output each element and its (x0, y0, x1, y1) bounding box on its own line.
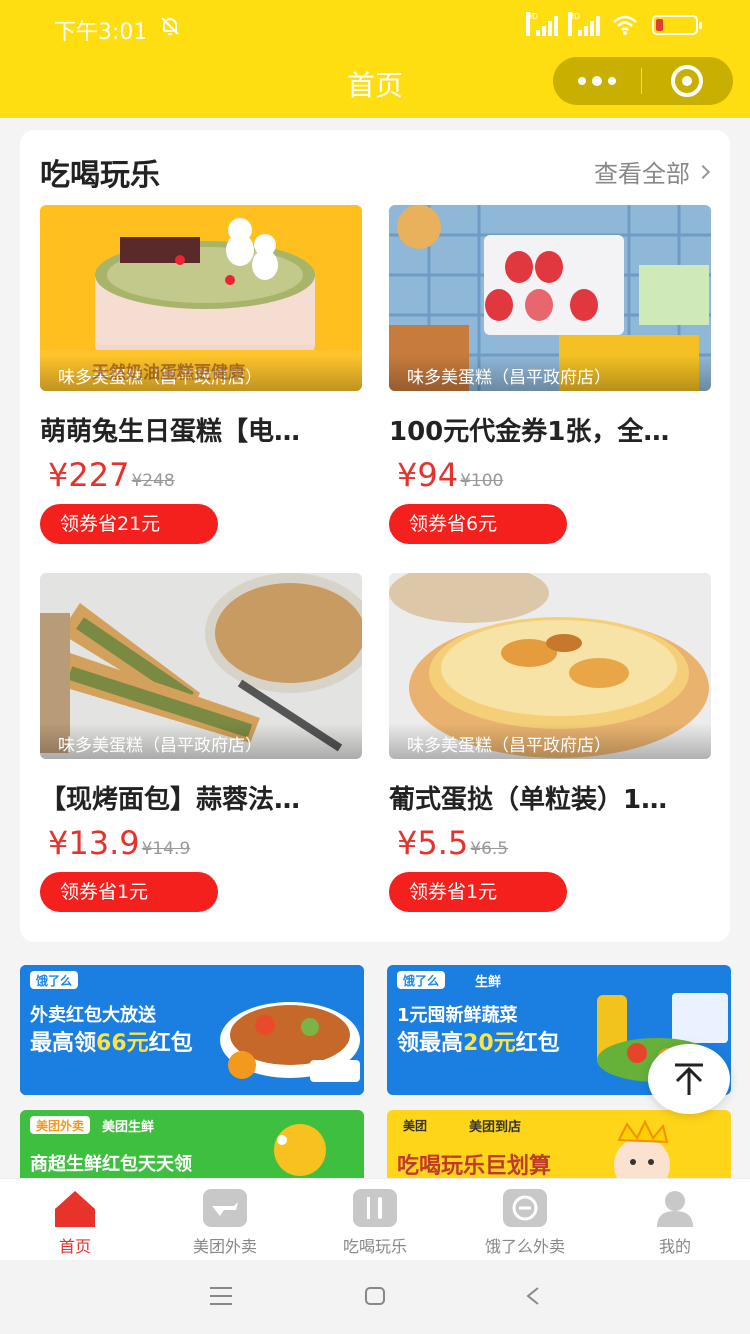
banner-brand-sub: 美团到店 (469, 1120, 522, 1135)
signal-icon: HD (526, 12, 558, 36)
coupon-button[interactable]: 领券省1元 (40, 872, 218, 912)
product-card[interactable]: 味多美蛋糕（昌平政府店） 100元代金券1张，全… ¥94 ¥100 领券省6元 (389, 205, 711, 544)
banner-line1: 商超生鲜红包天天领 (30, 1154, 192, 1175)
menu-icon[interactable] (210, 1287, 232, 1305)
banner-brand-sub: 生鲜 (475, 975, 502, 990)
product-name[interactable]: 葡式蛋挞（单粒装）1… (389, 779, 707, 816)
tab-bar: 首页 美团外卖 吃喝玩乐 饿了么外卖 我的 (0, 1178, 750, 1260)
close-target-icon[interactable] (642, 57, 732, 105)
chevron-right-icon (695, 164, 711, 179)
original-price: ¥14.9 (141, 839, 191, 859)
meituan-logo: 美团 (397, 1116, 434, 1134)
top-bar: 下午3:01 HD HD 首页 (0, 0, 750, 118)
banner-meituan-store[interactable]: 美团 美团到店 吃喝玩乐巨划算 (387, 1110, 731, 1178)
section-card: 吃喝玩乐 查看全部 味多美蛋糕（昌平政府店） 天然奶油蛋糕更健康 萌萌兔生日蛋糕… (20, 130, 730, 942)
banner-eleme-takeout[interactable]: 饿了么 外卖红包大放送 最高领66元红包 (20, 965, 364, 1095)
tab-food-fun[interactable]: 吃喝玩乐 (300, 1179, 450, 1260)
original-price: ¥6.5 (470, 839, 509, 859)
banner-line1: 外卖红包大放送 (30, 1005, 156, 1026)
price: ¥13.9 (48, 824, 140, 862)
shop-label: 味多美蛋糕（昌平政府店） (389, 355, 711, 391)
product-card[interactable]: 味多美蛋糕（昌平政府店） 天然奶油蛋糕更健康 萌萌兔生日蛋糕【电… ¥227 ¥… (40, 205, 362, 544)
signal-icon-2: HD (568, 12, 600, 36)
price-row: ¥94 ¥100 (389, 456, 711, 494)
price: ¥94 (397, 456, 459, 494)
coupon-button[interactable]: 领券省6元 (389, 504, 567, 544)
tab-label: 首页 (58, 1237, 91, 1256)
eleme-icon (503, 1189, 547, 1227)
eleme-logo: 饿了么 (397, 971, 446, 989)
product-image-cake[interactable]: 味多美蛋糕（昌平政府店） 天然奶油蛋糕更健康 (40, 205, 362, 391)
banner-line1: 吃喝玩乐巨划算 (397, 1154, 552, 1178)
arrow-up-icon (675, 1063, 703, 1095)
shop-label: 味多美蛋糕（昌平政府店） (389, 723, 711, 759)
product-name[interactable]: 【现烤面包】蒜蓉法… (40, 779, 358, 816)
tab-home[interactable]: 首页 (0, 1179, 150, 1260)
section-title: 吃喝玩乐 (40, 158, 160, 193)
banner-line1: 1元囤新鲜蔬菜 (397, 1005, 518, 1026)
product-image-bread[interactable]: 味多美蛋糕（昌平政府店） (40, 573, 362, 759)
meituan-icon (203, 1189, 247, 1227)
system-nav-bar (0, 1260, 750, 1334)
view-all-label: 查看全部 (594, 160, 690, 188)
image-caption: 天然奶油蛋糕更健康 (92, 363, 245, 383)
mute-bell-icon (161, 17, 179, 35)
price-row: ¥13.9 ¥14.9 (40, 824, 362, 862)
view-all-link[interactable]: 查看全部 (594, 154, 711, 189)
tab-label: 饿了么外卖 (484, 1237, 565, 1256)
tab-eleme-takeout[interactable]: 饿了么外卖 (450, 1179, 600, 1260)
product-name[interactable]: 100元代金券1张，全… (389, 411, 707, 448)
price: ¥227 (48, 456, 130, 494)
product-name[interactable]: 萌萌兔生日蛋糕【电… (40, 411, 358, 448)
tab-meituan-takeout[interactable]: 美团外卖 (150, 1179, 300, 1260)
status-icons: HD HD (526, 12, 702, 36)
product-card[interactable]: 味多美蛋糕（昌平政府店） 【现烤面包】蒜蓉法… ¥13.9 ¥14.9 领券省1… (40, 573, 362, 912)
home-square-icon[interactable] (365, 1287, 385, 1305)
coupon-button[interactable]: 领券省1元 (389, 872, 567, 912)
shop-label: 味多美蛋糕（昌平政府店） (40, 723, 362, 759)
banner-meituan-fresh[interactable]: 美团外卖 美团生鲜 商超生鲜红包天天领 (20, 1110, 364, 1178)
tab-label: 吃喝玩乐 (342, 1237, 407, 1256)
product-card[interactable]: 味多美蛋糕（昌平政府店） 葡式蛋挞（单粒装）1… ¥5.5 ¥6.5 领券省1元 (389, 573, 711, 912)
tab-label: 美团外卖 (192, 1237, 257, 1256)
tab-label: 我的 (658, 1237, 691, 1256)
status-time: 下午3:01 (54, 20, 148, 45)
back-to-top-button[interactable] (648, 1044, 730, 1114)
meituan-takeout-logo: 美团外卖 (30, 1116, 91, 1134)
price: ¥5.5 (397, 824, 469, 862)
battery-icon (652, 15, 702, 35)
wifi-icon (613, 15, 637, 35)
banner-line2: 最高领66元红包 (30, 1031, 193, 1056)
back-icon[interactable] (526, 1287, 539, 1305)
user-icon (657, 1191, 693, 1227)
banner-line2: 领最高20元红包 (397, 1031, 560, 1056)
miniprogram-capsule (553, 57, 733, 105)
product-image-voucher[interactable]: 味多美蛋糕（昌平政府店） (389, 205, 711, 391)
price-row: ¥5.5 ¥6.5 (389, 824, 711, 862)
price-row: ¥227 ¥248 (40, 456, 362, 494)
more-icon[interactable] (553, 57, 641, 105)
coupon-button[interactable]: 领券省21元 (40, 504, 218, 544)
banner-brand-sub: 美团生鲜 (102, 1120, 155, 1135)
eleme-logo: 饿了么 (30, 971, 79, 989)
original-price: ¥100 (460, 471, 504, 491)
home-icon (55, 1191, 95, 1227)
tab-mine[interactable]: 我的 (600, 1179, 750, 1260)
original-price: ¥248 (131, 471, 175, 491)
fork-knife-icon (353, 1189, 397, 1227)
product-image-egg-tart[interactable]: 味多美蛋糕（昌平政府店） (389, 573, 711, 759)
